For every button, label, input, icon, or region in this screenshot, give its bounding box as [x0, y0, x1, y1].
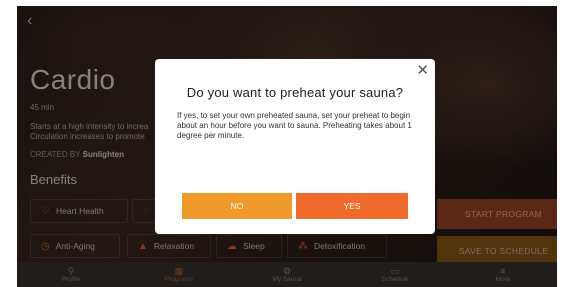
close-icon[interactable]: ✕	[416, 61, 429, 79]
no-button[interactable]: NO	[182, 193, 292, 219]
preheat-dialog: ✕ Do you want to preheat your sauna? If …	[155, 59, 435, 234]
yes-button[interactable]: YES	[296, 193, 408, 219]
dialog-title: Do you want to preheat your sauna?	[186, 85, 404, 100]
dialog-body: If yes, to set your own preheated sauna,…	[177, 111, 412, 140]
